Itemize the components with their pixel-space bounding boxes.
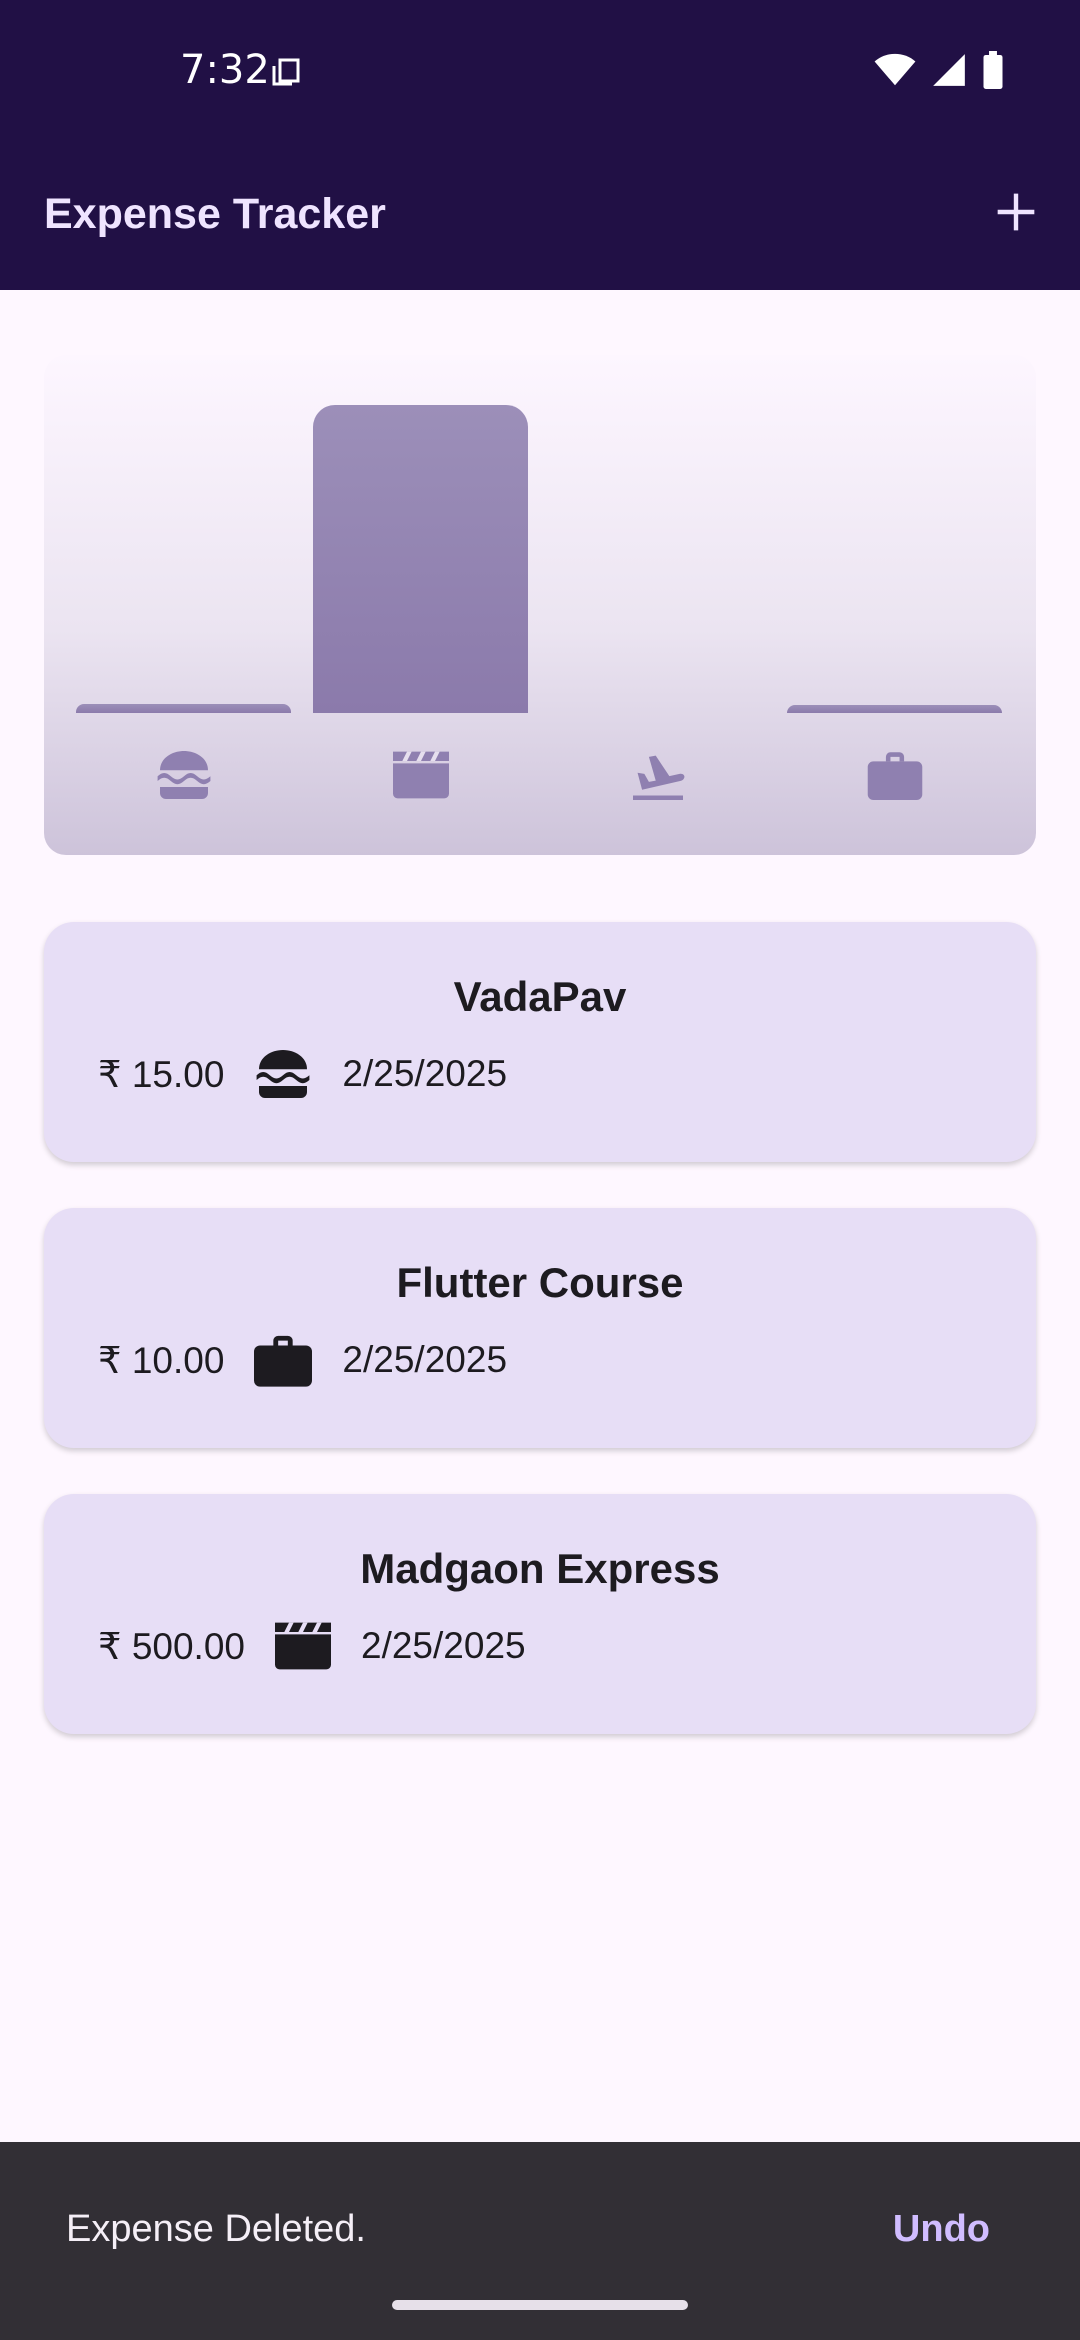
expense-amount: ₹ 10.00 (98, 1339, 225, 1381)
expense-chart (44, 355, 1036, 855)
wifi-icon (874, 53, 916, 92)
battery-icon (982, 50, 1004, 94)
expense-amount: ₹ 15.00 (98, 1053, 225, 1095)
food-icon (76, 735, 291, 815)
app-bar: Expense Tracker (0, 140, 1080, 290)
chart-bar-leisure (313, 405, 528, 713)
expense-card[interactable]: VadaPav ₹ 15.00 2/25/2025 (44, 922, 1036, 1162)
chart-category-icons (76, 735, 1004, 815)
expense-title: Madgaon Express (360, 1545, 720, 1592)
signal-icon (930, 51, 968, 94)
chart-bar-work (787, 705, 1002, 713)
food-icon (254, 1050, 312, 1098)
snackbar: Expense Deleted. Undo (0, 2142, 1080, 2340)
expense-date: 2/25/2025 (342, 1053, 508, 1094)
status-time: 7:32 (180, 47, 270, 93)
expense-card[interactable]: Flutter Course ₹ 10.00 2/25/2025 (44, 1208, 1036, 1448)
undo-button[interactable]: Undo (893, 2206, 990, 2252)
expense-amount: ₹ 500.00 (98, 1625, 245, 1667)
add-expense-button[interactable] (976, 174, 1056, 254)
expense-date: 2/25/2025 (342, 1339, 508, 1380)
leisure-icon (275, 1622, 331, 1670)
work-icon (787, 735, 1002, 815)
snackbar-message: Expense Deleted. (66, 2208, 366, 2250)
add-icon (994, 190, 1038, 239)
chart-bar-food (76, 703, 291, 713)
copy-icon (268, 54, 304, 90)
expense-title: VadaPav (453, 973, 627, 1020)
expense-date: 2/25/2025 (361, 1625, 526, 1666)
status-bar: 7:32 (0, 0, 1080, 140)
chart-bars (76, 405, 1004, 713)
travel-icon (550, 735, 765, 815)
leisure-icon (313, 735, 528, 815)
expense-card[interactable]: Madgaon Express ₹ 500.00 2/25/2025 (44, 1494, 1036, 1734)
work-icon (254, 1333, 313, 1387)
home-indicator[interactable] (392, 2300, 688, 2310)
expense-title: Flutter Course (396, 1259, 684, 1306)
page-title: Expense Tracker (44, 190, 386, 238)
